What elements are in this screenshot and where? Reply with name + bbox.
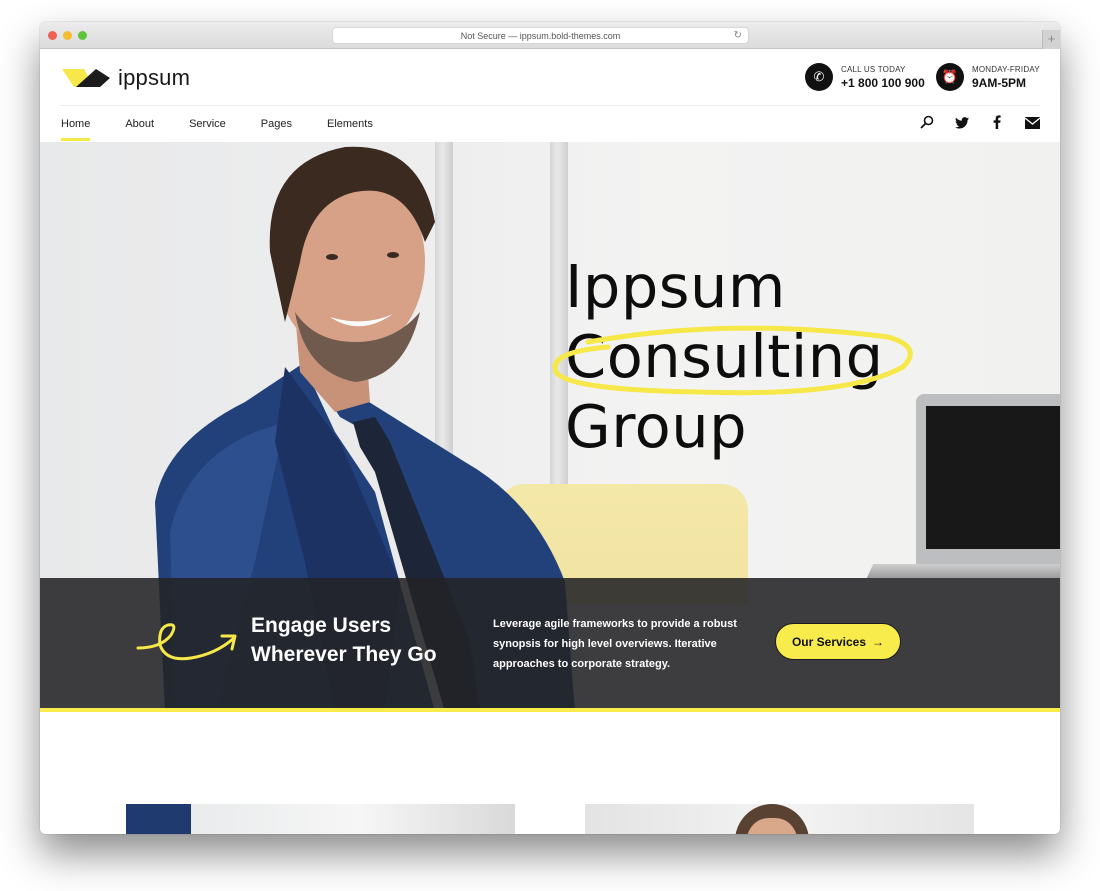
arrow-right-icon: → xyxy=(872,634,885,649)
our-services-label: Our Services xyxy=(791,634,867,649)
band-heading-line-1: Engage Users xyxy=(251,614,392,637)
browser-titlebar: Not Secure — ippsum.bold-themes.com ↻ + xyxy=(40,22,1060,49)
contact-call-label: CALL US TODAY xyxy=(841,64,906,74)
band-heading-line-2: Wherever They Go xyxy=(251,643,437,666)
nav-item-elements[interactable]: Elements xyxy=(327,118,373,142)
zoom-window-button[interactable] xyxy=(78,31,87,40)
nav-item-about[interactable]: About xyxy=(125,118,154,142)
hero-title-line-1: Ippsum xyxy=(565,252,786,321)
contact-hours-label: MONDAY-FRIDAY xyxy=(972,64,1040,74)
contact-call[interactable]: ✆ CALL US TODAY +1 800 100 900 xyxy=(805,63,925,91)
background-laptop xyxy=(916,394,1060,564)
search-icon[interactable] xyxy=(920,115,934,132)
contact-hours: ⏰ MONDAY-FRIDAY 9AM-5PM xyxy=(936,63,1040,91)
main-nav: Home About Service Pages Elements xyxy=(61,118,408,142)
nav-item-pages[interactable]: Pages xyxy=(261,118,292,142)
url-text: Not Secure — ippsum.bold-themes.com xyxy=(460,31,621,41)
nav-item-home[interactable]: Home xyxy=(61,118,91,142)
phone-icon: ✆ xyxy=(805,63,833,91)
site-header: ippsum ✆ CALL US TODAY +1 800 100 900 ⏰ … xyxy=(40,49,1060,142)
new-tab-button[interactable]: + xyxy=(1042,30,1060,49)
squiggle-arrow-icon xyxy=(136,623,237,661)
logo-text: ippsum xyxy=(118,65,191,90)
logo[interactable]: ippsum xyxy=(62,65,190,91)
content-image-1 xyxy=(126,804,515,834)
contact-call-value: +1 800 100 900 xyxy=(841,75,925,90)
nav-icons xyxy=(920,115,1041,132)
facebook-icon[interactable] xyxy=(990,115,1004,132)
reload-icon[interactable]: ↻ xyxy=(734,28,742,44)
yellow-divider xyxy=(40,708,1060,712)
nav-item-service[interactable]: Service xyxy=(189,118,226,142)
content-image-2 xyxy=(585,804,974,834)
close-window-button[interactable] xyxy=(48,31,57,40)
feature-band: Engage Users Wherever They Go Leverage a… xyxy=(40,578,1060,708)
address-bar[interactable]: Not Secure — ippsum.bold-themes.com ↻ xyxy=(332,27,749,44)
hero-title-line-3: Group xyxy=(565,392,748,461)
contact-hours-value: 9AM-5PM xyxy=(972,75,1027,90)
header-divider xyxy=(60,105,1040,106)
mail-icon[interactable] xyxy=(1024,116,1041,132)
logo-mark-icon xyxy=(62,69,110,87)
band-heading: Engage Users Wherever They Go xyxy=(251,611,437,669)
hero-section: Ippsum Consulting Group Engage Users Whe… xyxy=(40,142,1060,712)
highlight-ellipse-icon xyxy=(552,325,913,396)
alarm-clock-icon: ⏰ xyxy=(936,63,964,91)
minimize-window-button[interactable] xyxy=(63,31,72,40)
browser-window: Not Secure — ippsum.bold-themes.com ↻ + … xyxy=(40,22,1060,834)
band-description: Leverage agile frameworks to provide a r… xyxy=(493,618,737,670)
window-controls xyxy=(48,31,87,40)
background-laptop-base xyxy=(866,564,1060,578)
twitter-icon[interactable] xyxy=(955,116,969,132)
our-services-button[interactable]: Our Services → xyxy=(775,623,901,660)
